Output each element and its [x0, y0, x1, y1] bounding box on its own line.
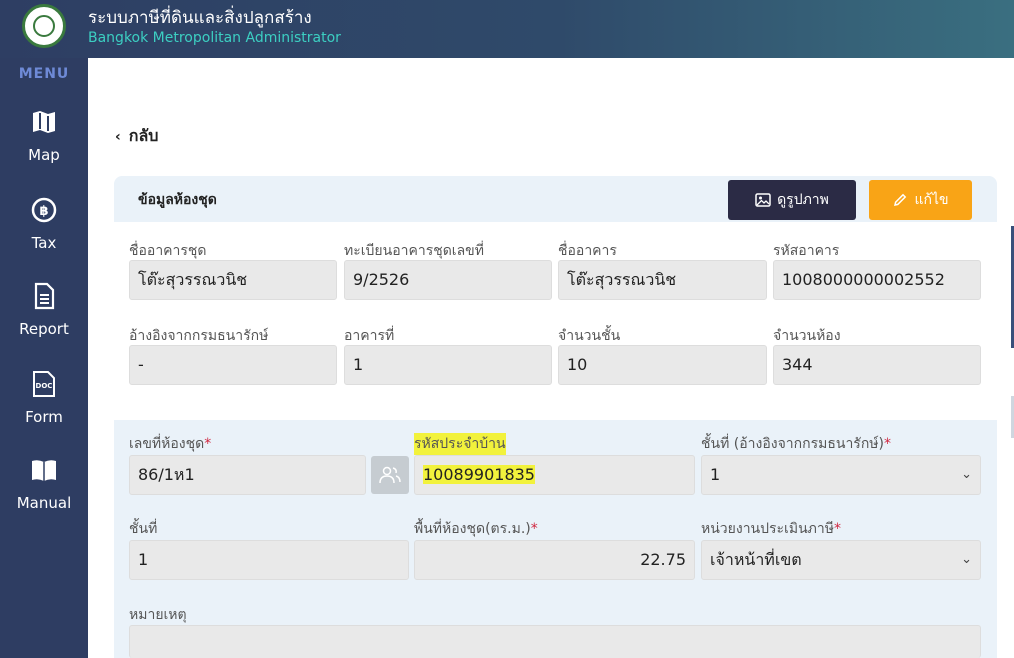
required-mark: *: [884, 436, 891, 452]
users-icon: [379, 466, 401, 484]
floor-ref-label: ชั้นที่ (อ้างอิงจากกรมธนารักษ์)*: [701, 436, 891, 452]
map-icon: [33, 111, 55, 133]
house-code-input[interactable]: 10089901835: [414, 455, 695, 495]
svg-text:฿: ฿: [39, 204, 48, 219]
sidebar-item-label: Manual: [16, 494, 72, 512]
building-title-label: ชื่ออาคาร: [558, 243, 617, 259]
app-subtitle: Bangkok Metropolitan Administrator: [88, 30, 341, 46]
panel-title: ข้อมูลห้องชุด: [138, 192, 217, 208]
floor-count-label: จำนวนชั้น: [558, 328, 621, 344]
sidebar-item-form[interactable]: DOC Form: [0, 370, 88, 450]
note-textarea[interactable]: [129, 625, 981, 658]
back-link[interactable]: ‹ กลับ: [115, 124, 158, 149]
registration-no-field: 9/2526: [344, 260, 552, 300]
chevron-down-icon: ⌄: [961, 467, 972, 482]
doc-file-icon: DOC: [33, 371, 55, 397]
building-code-field: 1008000000002552: [773, 260, 981, 300]
floor-ref-select[interactable]: 1 ⌄: [701, 455, 981, 495]
building-code-label: รหัสอาคาร: [773, 243, 840, 259]
required-mark: *: [833, 521, 841, 537]
sidebar-item-label: Form: [25, 408, 63, 426]
tax-agency-label: หน่วยงานประเมินภาษี*: [701, 521, 841, 537]
house-code-label: รหัสประจำบ้าน: [414, 433, 506, 455]
chevron-left-icon: ‹: [115, 129, 121, 145]
sidebar-item-label: Report: [19, 320, 69, 338]
sidebar-item-label: Tax: [31, 234, 57, 252]
view-image-label: ดูรูปภาพ: [777, 192, 829, 208]
building-number-field: 1: [344, 345, 552, 385]
select-owner-button[interactable]: [371, 456, 409, 494]
sidebar: MENU Map ฿ Tax Report DOC Form Manual: [0, 58, 88, 658]
room-count-label: จำนวนห้อง: [773, 328, 841, 344]
sidebar-item-map[interactable]: Map: [0, 108, 88, 188]
document-icon: [34, 282, 55, 310]
note-label: หมายเหตุ: [129, 607, 187, 623]
building-name-field: โต๊ะสุวรรณวนิช: [129, 260, 337, 300]
bma-logo: [22, 4, 66, 48]
required-mark: *: [530, 521, 538, 537]
baht-coin-icon: ฿: [31, 197, 57, 223]
view-image-button[interactable]: ดูรูปภาพ: [728, 180, 856, 220]
floor-ref-value: 1: [710, 465, 721, 484]
building-info-section: ชื่ออาคารชุด โต๊ะสุวรรณวนิช ทะเบียนอาคาร…: [114, 222, 997, 400]
sidebar-item-tax[interactable]: ฿ Tax: [0, 196, 88, 276]
unit-area-input[interactable]: 22.75: [414, 540, 695, 580]
edit-button[interactable]: แก้ไข: [869, 180, 972, 220]
treasury-ref-field: -: [129, 345, 337, 385]
app-title: ระบบภาษีที่ดินและสิ่งปลูกสร้าง: [88, 8, 312, 28]
tax-agency-value: เจ้าหน้าที่เขต: [710, 550, 802, 569]
sidebar-item-report[interactable]: Report: [0, 282, 88, 362]
sidebar-item-manual[interactable]: Manual: [0, 456, 88, 536]
sidebar-item-label: Map: [28, 146, 60, 164]
floor-count-field: 10: [558, 345, 767, 385]
edit-label: แก้ไข: [914, 192, 949, 208]
registration-no-label: ทะเบียนอาคารชุดเลขที่: [344, 243, 484, 259]
book-icon: [32, 460, 56, 481]
image-icon: [755, 193, 771, 207]
unit-number-input[interactable]: 86/1ห1: [129, 455, 366, 495]
menu-label: MENU: [18, 66, 70, 82]
house-code-value: 10089901835: [423, 465, 535, 484]
svg-text:DOC: DOC: [36, 382, 53, 390]
building-title-field: โต๊ะสุวรรณวนิช: [558, 260, 767, 300]
panel-header: ข้อมูลห้องชุด ดูรูปภาพ แก้ไข: [114, 176, 997, 222]
tax-agency-select[interactable]: เจ้าหน้าที่เขต ⌄: [701, 540, 981, 580]
required-mark: *: [204, 436, 212, 452]
room-count-field: 344: [773, 345, 981, 385]
unit-info-section: เลขที่ห้องชุด* 86/1ห1 รหัสประจำบ้าน 1008…: [114, 420, 997, 658]
floor-input[interactable]: 1: [129, 540, 409, 580]
building-number-label: อาคารที่: [344, 328, 395, 344]
unit-area-label: พื้นที่ห้องชุด(ตร.ม.)*: [414, 521, 538, 537]
treasury-ref-label: อ้างอิงจากกรมธนารักษ์: [129, 328, 269, 344]
chevron-down-icon: ⌄: [961, 552, 972, 567]
back-label: กลับ: [128, 126, 159, 145]
unit-number-label: เลขที่ห้องชุด*: [129, 436, 212, 452]
floor-label: ชั้นที่: [129, 521, 158, 537]
top-bar: ระบบภาษีที่ดินและสิ่งปลูกสร้าง Bangkok M…: [0, 0, 1014, 58]
building-name-label: ชื่ออาคารชุด: [129, 243, 207, 259]
pencil-icon: [894, 193, 907, 206]
